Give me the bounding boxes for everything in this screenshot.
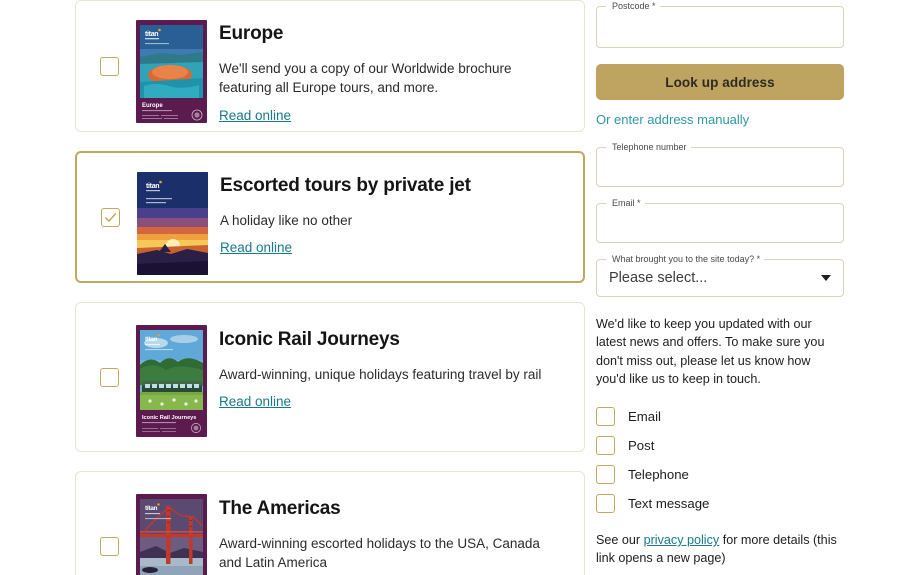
email-field-group: Email *	[596, 198, 844, 243]
postcode-input[interactable]	[597, 7, 843, 47]
email-input[interactable]	[597, 204, 843, 242]
postcode-outline: Postcode *	[596, 1, 844, 48]
brochure-cover-private-jet: titan	[137, 172, 208, 275]
reason-label: What brought you to the site today? *	[609, 254, 764, 265]
consent-row-email[interactable]: Email	[596, 402, 844, 431]
privacy-policy-link[interactable]: privacy policy	[644, 533, 720, 547]
look-up-address-button[interactable]: Look up address	[596, 64, 844, 100]
svg-text:Iconic Rail Journeys: Iconic Rail Journeys	[142, 415, 196, 421]
cover-cell: titan Europe	[134, 1, 209, 131]
brochure-list: titan Europe Europe We'll send you a cop…	[75, 0, 585, 575]
consent-intro-text: We'd like to keep you updated with our l…	[596, 317, 825, 386]
consent-checkbox-email[interactable]	[596, 407, 615, 426]
brochure-cover-europe: titan Europe	[136, 20, 207, 123]
brochure-title: Iconic Rail Journeys	[219, 329, 400, 350]
card-text: Iconic Rail Journeys Award-winning, uniq…	[209, 303, 584, 411]
postcode-label: Postcode *	[609, 1, 659, 12]
postcode-field-group: Postcode *	[596, 1, 844, 48]
cover-cell: titan	[135, 153, 210, 281]
brochure-checkbox-iconic-rail[interactable]	[99, 367, 119, 387]
read-online-link-europe[interactable]: Read online	[219, 108, 291, 123]
checkbox-cell	[77, 153, 135, 281]
reason-selected-value[interactable]: Please select...	[597, 260, 843, 296]
consent-label-email: Email	[628, 409, 661, 424]
brochure-title: Europe	[219, 23, 284, 44]
brochure-checkbox-the-americas[interactable]	[99, 536, 119, 556]
svg-text:titan: titan	[145, 31, 158, 38]
brochure-cover-the-americas: titan The Americas	[136, 494, 207, 575]
svg-text:titan: titan	[146, 183, 159, 190]
email-label: Email *	[609, 198, 644, 209]
policy-prefix: See our	[596, 533, 644, 547]
cover-art-coastal-town: titan Europe	[136, 20, 207, 123]
consent-checkbox-post[interactable]	[596, 436, 615, 455]
request-form: Postcode * Look up address Or enter addr…	[596, 0, 844, 575]
telephone-field-group: Telephone number	[596, 142, 844, 187]
read-online-link-private-jet[interactable]: Read online	[220, 240, 292, 255]
brochure-card-the-americas[interactable]: titan The Americas Award-winning escorte…	[75, 471, 585, 575]
telephone-label: Telephone number	[609, 142, 690, 153]
checkbox-cell	[76, 1, 134, 131]
cover-art-sunset-bay: titan	[137, 172, 208, 275]
brochure-card-private-jet[interactable]: titan Escorted tours by private jet A ho…	[75, 151, 585, 283]
consent-checkbox-text-message[interactable]	[596, 494, 615, 513]
card-text: The Americas Award-winning escorted holi…	[209, 472, 584, 575]
chevron-down-icon[interactable]	[821, 275, 831, 281]
checkbox-cell	[76, 472, 134, 575]
consent-options-list: Email Post Telephone Text message	[596, 402, 844, 518]
svg-text:titan: titan	[145, 336, 158, 343]
reason-select[interactable]: What brought you to the site today? * Pl…	[596, 254, 844, 297]
card-text: Europe We'll send you a copy of our Worl…	[209, 1, 584, 125]
brochure-title: Escorted tours by private jet	[220, 175, 471, 196]
cover-art-golden-gate: titan The Americas	[136, 494, 207, 575]
reason-field-group: What brought you to the site today? * Pl…	[596, 254, 844, 297]
email-outline: Email *	[596, 198, 844, 243]
brochure-description: Award-winning, unique holidays featuring…	[219, 366, 542, 382]
enter-address-manually-link[interactable]: Or enter address manually	[596, 112, 749, 127]
brochure-title: The Americas	[219, 498, 341, 519]
consent-checkbox-telephone[interactable]	[596, 465, 615, 484]
brochure-checkbox-private-jet[interactable]	[100, 207, 120, 227]
consent-label-text-message: Text message	[628, 496, 710, 511]
checkbox-cell	[76, 303, 134, 451]
telephone-input[interactable]	[597, 148, 843, 186]
svg-text:Europe: Europe	[142, 103, 163, 109]
brochure-description: We'll send you a copy of our Worldwide b…	[219, 60, 512, 96]
brochure-description: Award-winning escorted holidays to the U…	[219, 535, 540, 571]
consent-label-telephone: Telephone	[628, 467, 689, 482]
brochure-card-europe[interactable]: titan Europe Europe We'll send you a cop…	[75, 0, 585, 132]
brochure-cover-iconic-rail: titan Iconic Rail Journeys	[136, 325, 207, 437]
brochure-request-page: titan Europe Europe We'll send you a cop…	[0, 0, 920, 575]
card-text: Escorted tours by private jet A holiday …	[210, 153, 583, 257]
consent-row-telephone[interactable]: Telephone	[596, 460, 844, 489]
consent-label-post: Post	[628, 438, 655, 453]
svg-text:titan: titan	[145, 505, 158, 512]
consent-row-text-message[interactable]: Text message	[596, 489, 844, 518]
brochure-description: A holiday like no other	[220, 212, 353, 228]
cover-art-train-countryside: titan Iconic Rail Journeys	[136, 325, 207, 437]
read-online-link-iconic-rail[interactable]: Read online	[219, 394, 291, 409]
consent-row-post[interactable]: Post	[596, 431, 844, 460]
check-icon	[104, 212, 116, 222]
privacy-policy-text: See our privacy policy for more details …	[596, 531, 844, 568]
cover-cell: titan The Americas	[134, 472, 209, 575]
cover-cell: titan Iconic Rail Journeys	[134, 303, 209, 451]
brochure-card-iconic-rail[interactable]: titan Iconic Rail Journeys Iconic Rail J…	[75, 302, 585, 452]
brochure-checkbox-europe[interactable]	[99, 56, 119, 76]
telephone-outline: Telephone number	[596, 142, 844, 187]
